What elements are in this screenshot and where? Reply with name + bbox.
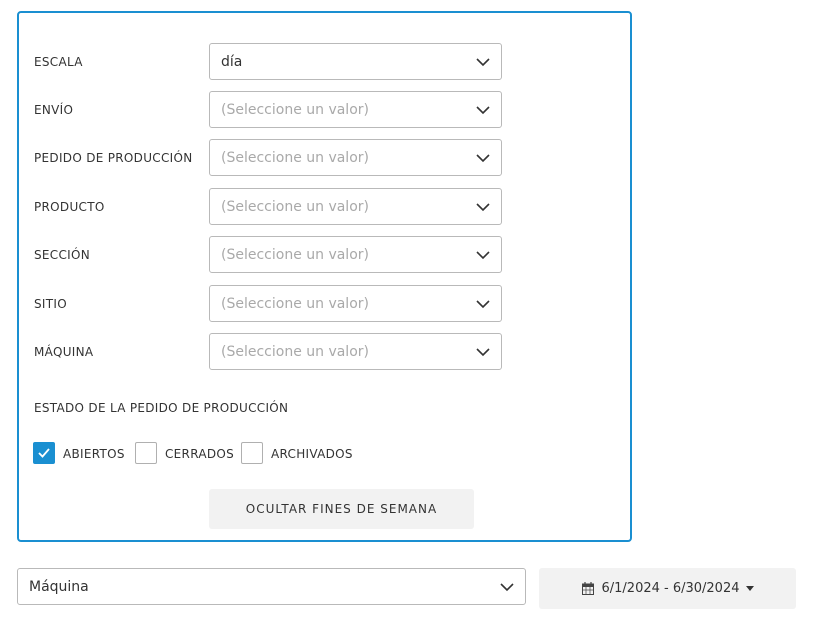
filter-label-maquina: MÁQUINA	[34, 345, 94, 359]
filter-label-escala: ESCALA	[34, 55, 83, 69]
filter-row-escala: ESCALA día	[19, 43, 630, 81]
chevron-down-icon	[476, 154, 490, 163]
chevron-down-icon	[500, 583, 514, 592]
pedido-select-placeholder: (Seleccione un valor)	[221, 149, 369, 166]
chevron-down-icon	[476, 348, 490, 357]
filter-row-sitio: SITIO (Seleccione un valor)	[19, 285, 630, 323]
seccion-select[interactable]: (Seleccione un valor)	[209, 236, 502, 273]
seccion-select-placeholder: (Seleccione un valor)	[221, 246, 369, 263]
cerrados-label[interactable]: CERRADOS	[165, 447, 234, 461]
chevron-down-icon	[476, 58, 490, 67]
hide-weekends-label: OCULTAR FINES DE SEMANA	[245, 502, 438, 516]
filter-row-seccion: SECCIÓN (Seleccione un valor)	[19, 236, 630, 274]
filter-panel: ESCALA día ENVÍO (Seleccione un valor) P…	[17, 11, 632, 542]
maquina-select[interactable]: (Seleccione un valor)	[209, 333, 502, 370]
escala-select-value: día	[221, 53, 243, 70]
filter-row-producto: PRODUCTO (Seleccione un valor)	[19, 188, 630, 226]
abiertos-label[interactable]: ABIERTOS	[63, 447, 125, 461]
chevron-down-icon	[476, 251, 490, 260]
filter-row-envio: ENVÍO (Seleccione un valor)	[19, 91, 630, 129]
envio-select[interactable]: (Seleccione un valor)	[209, 91, 502, 128]
filter-label-envio: ENVÍO	[34, 103, 74, 117]
sitio-select[interactable]: (Seleccione un valor)	[209, 285, 502, 322]
filter-label-seccion: SECCIÓN	[34, 248, 91, 262]
chevron-down-icon	[476, 300, 490, 309]
date-range-button[interactable]: 6/1/2024 - 6/30/2024	[539, 568, 796, 609]
filter-row-pedido: PEDIDO DE PRODUCCIÓN (Seleccione un valo…	[19, 139, 630, 177]
filter-label-producto: PRODUCTO	[34, 200, 105, 214]
pedido-select[interactable]: (Seleccione un valor)	[209, 139, 502, 176]
abiertos-checkbox[interactable]	[33, 442, 55, 464]
filter-row-maquina: MÁQUINA (Seleccione un valor)	[19, 333, 630, 371]
date-range-text: 6/1/2024 - 6/30/2024	[601, 581, 740, 596]
producto-select-placeholder: (Seleccione un valor)	[221, 198, 369, 215]
archivados-checkbox[interactable]	[241, 442, 263, 464]
producto-select[interactable]: (Seleccione un valor)	[209, 188, 502, 225]
calendar-icon	[581, 582, 594, 595]
chevron-down-icon	[476, 203, 490, 212]
group-by-select[interactable]: Máquina	[17, 568, 526, 605]
group-by-value: Máquina	[29, 578, 89, 595]
status-section-label: ESTADO DE LA PEDIDO DE PRODUCCIÓN	[34, 401, 289, 415]
archivados-label[interactable]: ARCHIVADOS	[271, 447, 353, 461]
sitio-select-placeholder: (Seleccione un valor)	[221, 295, 369, 312]
check-icon	[38, 448, 50, 458]
caret-down-icon	[745, 586, 754, 591]
filter-label-sitio: SITIO	[34, 297, 67, 311]
escala-select[interactable]: día	[209, 43, 502, 80]
hide-weekends-button[interactable]: OCULTAR FINES DE SEMANA	[209, 489, 474, 529]
filter-label-pedido: PEDIDO DE PRODUCCIÓN	[34, 151, 193, 165]
envio-select-placeholder: (Seleccione un valor)	[221, 101, 369, 118]
cerrados-checkbox[interactable]	[135, 442, 157, 464]
chevron-down-icon	[476, 106, 490, 115]
maquina-select-placeholder: (Seleccione un valor)	[221, 343, 369, 360]
